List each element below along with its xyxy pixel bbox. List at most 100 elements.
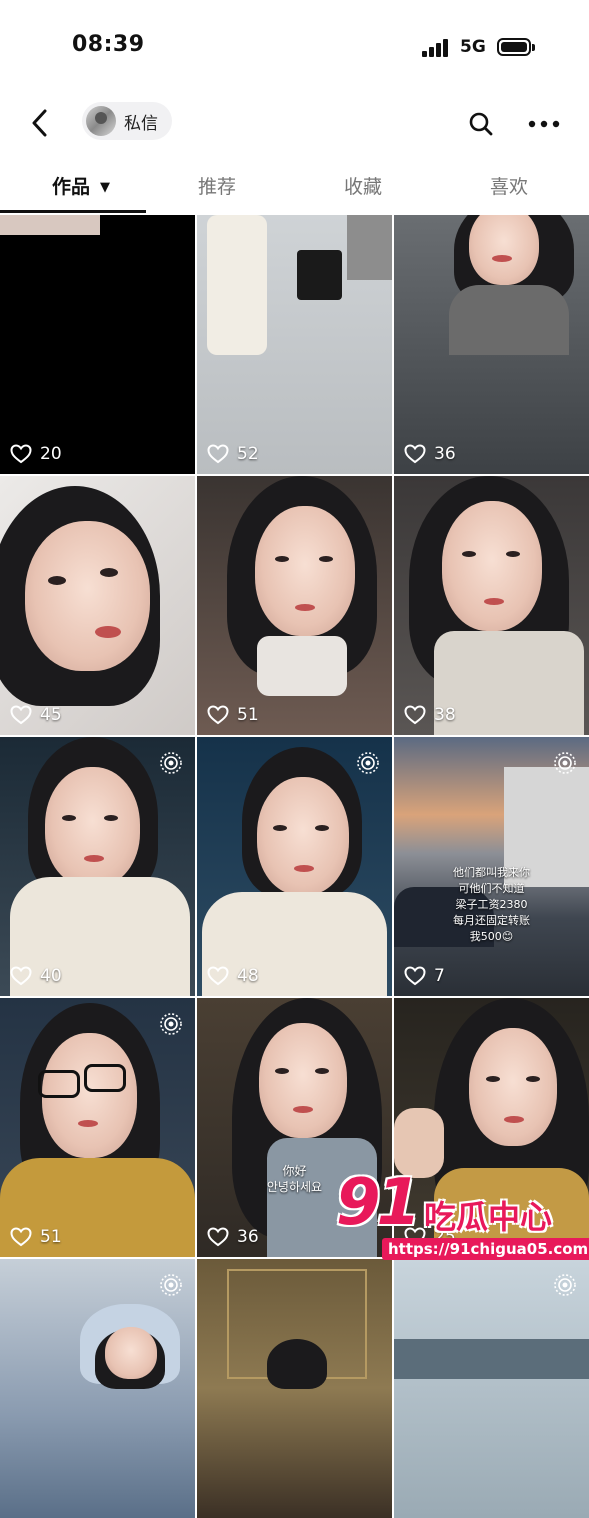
heart-icon [207, 966, 229, 986]
heart-icon [207, 1227, 229, 1247]
post-tile[interactable]: 40 [0, 737, 195, 996]
battery-icon [497, 38, 535, 56]
like-count-value: 51 [40, 1227, 62, 1247]
tab-works[interactable]: 作品 ▼ [52, 172, 110, 199]
like-count: 48 [207, 966, 259, 986]
post-tile[interactable]: 36 [394, 215, 589, 474]
watermark-url: https://91chigua05.com [382, 1238, 589, 1260]
tab-indicator [0, 210, 146, 213]
caption-line: 他们都叫我来你 [453, 866, 530, 879]
post-tile[interactable]: 45 [0, 476, 195, 735]
post-tile[interactable]: 38 [394, 476, 589, 735]
tab-recommend[interactable]: 推荐 [198, 172, 236, 199]
post-tile[interactable]: 51 [197, 476, 392, 735]
post-thumbnail [257, 777, 349, 895]
live-icon [160, 752, 182, 774]
tab-likes[interactable]: 喜欢 [490, 172, 528, 199]
live-icon [160, 1274, 182, 1296]
chevron-left-icon [32, 109, 47, 137]
like-count-value: 40 [40, 966, 62, 986]
site-watermark: 91 吃瓜中心 https://91chigua05.com [336, 1166, 589, 1280]
like-count: 7 [404, 966, 445, 986]
heart-icon [10, 705, 32, 725]
caption-line: 梁子工资2380 [455, 898, 528, 911]
like-count: 52 [207, 444, 259, 464]
post-tile[interactable]: 48 [197, 737, 392, 996]
content-tabs: 作品 ▼ 推荐 收藏 喜欢 [0, 160, 589, 215]
like-count: 40 [10, 966, 62, 986]
like-count: 45 [10, 705, 62, 725]
network-type: 5G [460, 37, 486, 57]
like-count: 38 [404, 705, 456, 725]
more-dots-icon [528, 120, 560, 128]
more-button[interactable] [524, 107, 564, 141]
post-thumbnail [45, 767, 140, 887]
like-count-value: 36 [434, 444, 456, 464]
post-thumbnail [469, 1028, 557, 1146]
tab-favorites[interactable]: 收藏 [344, 172, 382, 199]
like-count: 36 [207, 1227, 259, 1247]
back-button[interactable] [22, 105, 58, 141]
like-count-value: 38 [434, 705, 456, 725]
heart-icon [207, 444, 229, 464]
caption-line: 可他们不知道 [458, 882, 525, 895]
caret-down-icon: ▼ [100, 180, 111, 195]
live-icon [357, 752, 379, 774]
post-thumbnail [469, 215, 539, 285]
watermark-number: 91 [336, 1166, 421, 1240]
like-count-value: 51 [237, 705, 259, 725]
search-button[interactable] [464, 107, 498, 141]
post-tile[interactable]: 52 [197, 215, 392, 474]
direct-message-label: 私信 [124, 113, 158, 134]
search-icon [469, 112, 493, 136]
tab-label: 作品 [52, 176, 91, 198]
post-tile[interactable] [0, 1259, 195, 1518]
like-count: 20 [10, 444, 62, 464]
watermark-name: 吃瓜中心 [424, 1198, 553, 1236]
heart-icon [10, 444, 32, 464]
heart-icon [404, 966, 426, 986]
status-time: 08:39 [72, 32, 145, 57]
like-count: 51 [10, 1227, 62, 1247]
like-count-value: 20 [40, 444, 62, 464]
post-thumbnail [442, 501, 542, 631]
post-thumbnail [259, 1023, 347, 1138]
post-tile[interactable] [394, 1259, 589, 1518]
like-count: 51 [207, 705, 259, 725]
heart-icon [207, 705, 229, 725]
live-icon [160, 1013, 182, 1035]
heart-icon [10, 966, 32, 986]
avatar [86, 106, 116, 136]
tab-label: 收藏 [344, 176, 383, 198]
like-count: 36 [404, 444, 456, 464]
like-count-value: 7 [434, 966, 445, 986]
post-caption: 他们都叫我来你 可他们不知道 梁子工资2380 每月还固定转账 我500😊 [394, 865, 589, 945]
like-count-value: 36 [237, 1227, 259, 1247]
caption-line: 每月还固定转账 [453, 914, 530, 927]
live-icon [554, 752, 576, 774]
heart-icon [404, 444, 426, 464]
profile-header: 私信 [0, 95, 589, 155]
post-tile[interactable]: 20 [0, 215, 195, 474]
post-thumbnail [394, 1339, 589, 1379]
heart-icon [404, 705, 426, 725]
post-thumbnail [0, 215, 100, 235]
post-thumbnail [207, 215, 267, 355]
tab-label: 推荐 [198, 176, 237, 198]
like-count-value: 52 [237, 444, 259, 464]
post-thumbnail [255, 506, 355, 636]
post-tile[interactable]: 51 [0, 998, 195, 1257]
status-bar: 08:39 5G [0, 0, 589, 95]
like-count-value: 45 [40, 705, 62, 725]
signal-icon [422, 39, 452, 57]
glasses [38, 1070, 80, 1098]
caption-line: 我500😊 [469, 930, 514, 943]
posts-grid: 20 52 36 45 51 38 40 48 他们都叫我来你 可他们不知道 梁… [0, 215, 589, 1518]
post-thumbnail [25, 521, 150, 671]
post-tile[interactable] [197, 1259, 392, 1518]
like-count-value: 48 [237, 966, 259, 986]
heart-icon [10, 1227, 32, 1247]
direct-message-button[interactable]: 私信 [82, 102, 172, 140]
post-tile[interactable]: 他们都叫我来你 可他们不知道 梁子工资2380 每月还固定转账 我500😊 7 [394, 737, 589, 996]
tab-label: 喜欢 [490, 176, 529, 198]
